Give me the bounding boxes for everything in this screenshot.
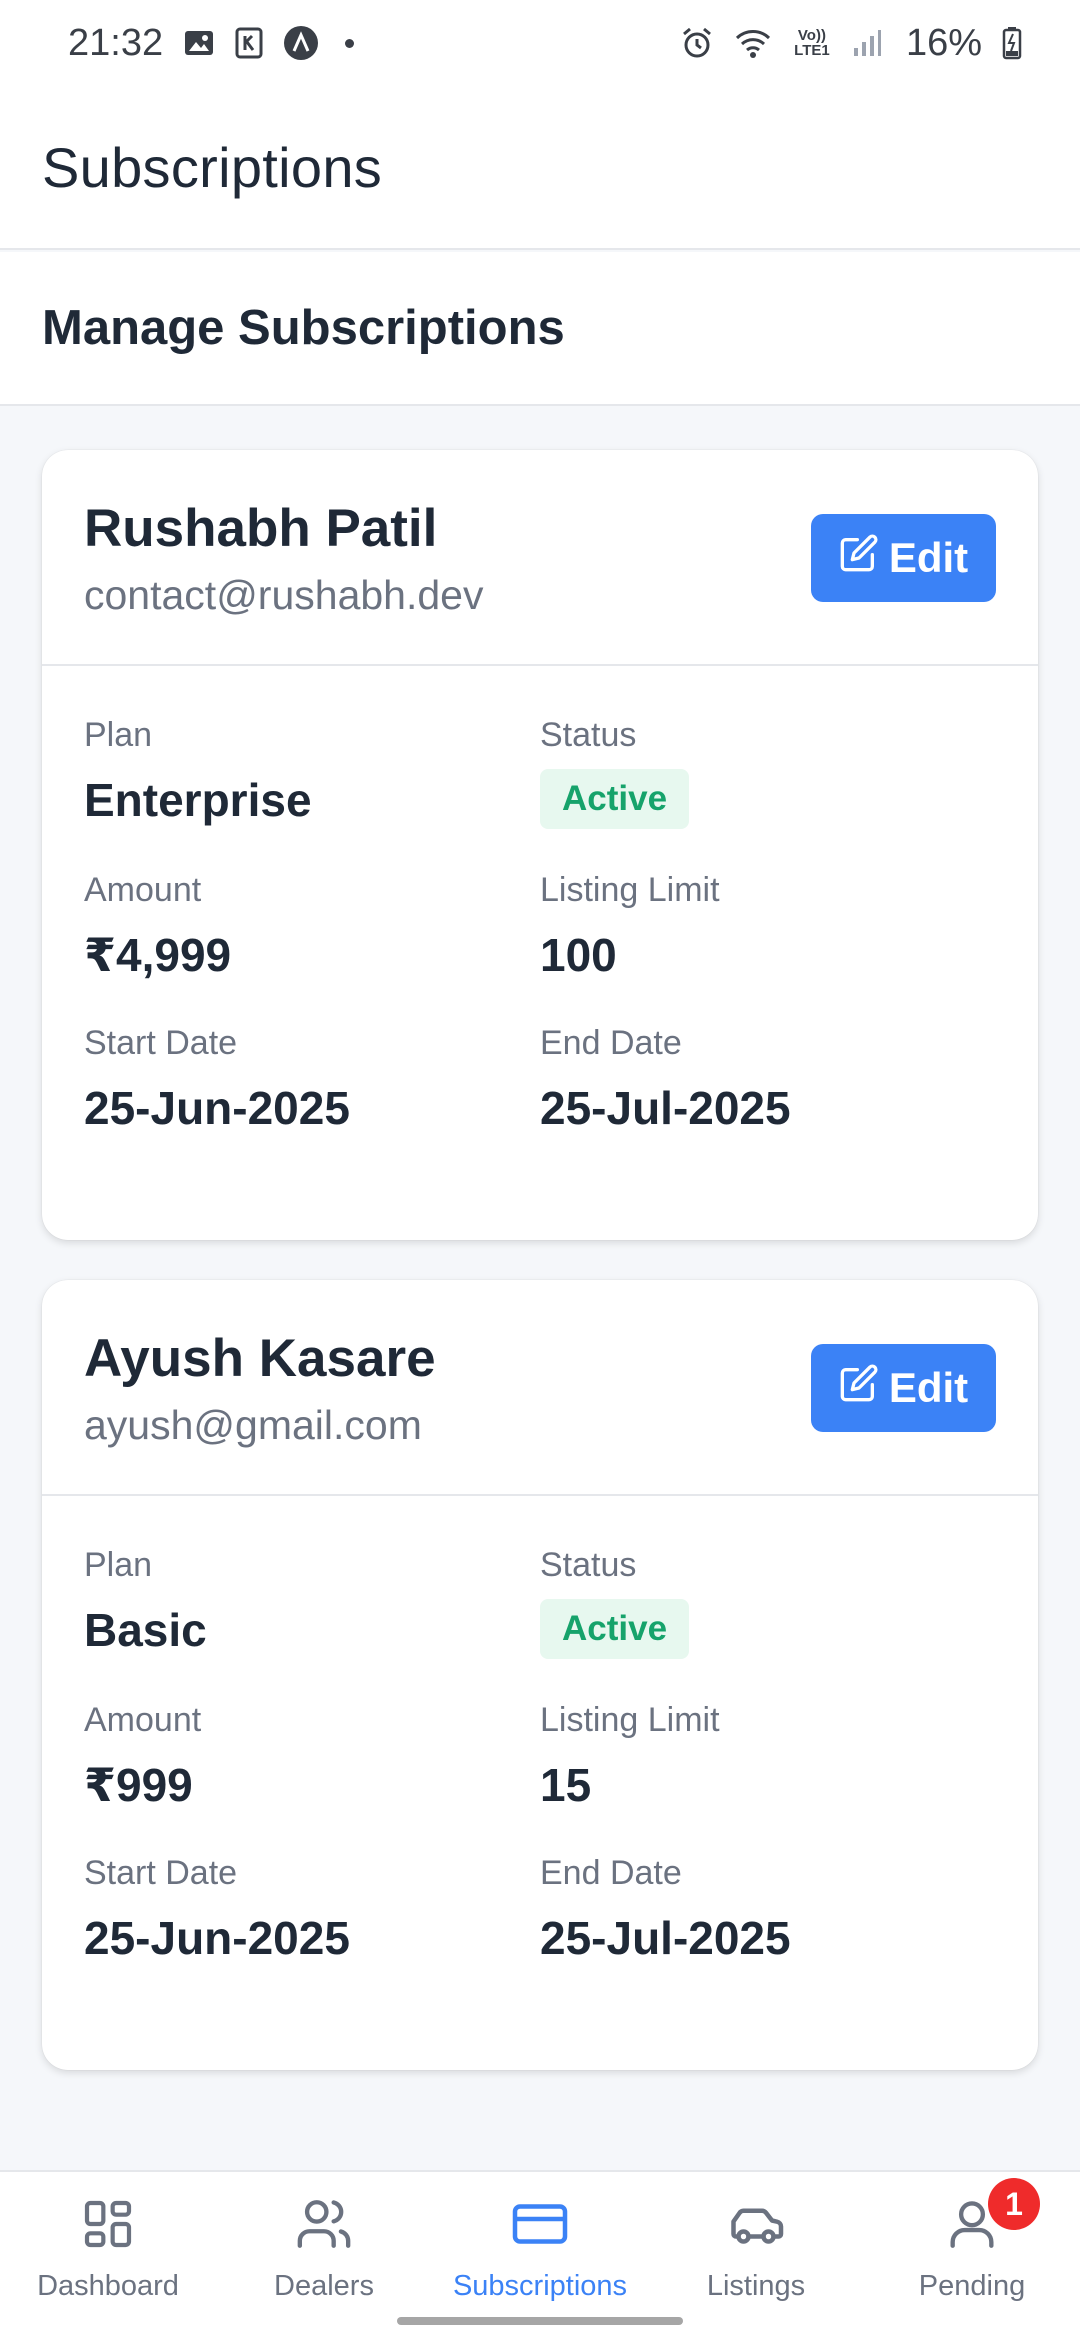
nav-label: Subscriptions bbox=[452, 2270, 628, 2302]
amount-field: Amount ₹4,999 bbox=[84, 871, 540, 982]
end-date-value: 25-Jul-2025 bbox=[540, 1082, 791, 1134]
k-app-icon bbox=[235, 27, 263, 59]
edit-icon bbox=[839, 533, 879, 583]
section-title: Manage Subscriptions bbox=[42, 301, 565, 355]
edit-icon bbox=[839, 1363, 879, 1413]
edit-button[interactable]: Edit bbox=[811, 1344, 996, 1432]
status-field: Status Active bbox=[540, 716, 996, 829]
amount-label: Amount bbox=[84, 871, 202, 909]
a-app-icon bbox=[283, 25, 319, 61]
car-icon bbox=[726, 2194, 786, 2254]
listing-limit-value: 15 bbox=[540, 1759, 592, 1811]
nav-item-subscriptions[interactable]: Subscriptions bbox=[432, 2172, 648, 2340]
start-date-field: Start Date 25-Jun-2025 bbox=[84, 1854, 540, 1965]
start-date-label: Start Date bbox=[84, 1024, 238, 1062]
battery-percent: 16% bbox=[905, 21, 982, 64]
listing-limit-field: Listing Limit 15 bbox=[540, 1701, 996, 1812]
home-indicator[interactable] bbox=[397, 2317, 683, 2325]
image-icon bbox=[183, 27, 215, 59]
card-header: Ayush Kasare ayush@gmail.com Edit bbox=[42, 1280, 1038, 1496]
end-date-label: End Date bbox=[540, 1854, 682, 1892]
amount-field: Amount ₹999 bbox=[84, 1701, 540, 1812]
clock: 21:32 bbox=[68, 21, 164, 64]
nav-label: Dealers bbox=[274, 2270, 374, 2302]
start-date-label: Start Date bbox=[84, 1854, 238, 1892]
start-date-value: 25-Jun-2025 bbox=[84, 1912, 350, 1964]
dashboard-icon bbox=[78, 2194, 138, 2254]
card-icon bbox=[510, 2194, 570, 2254]
nav-label: Pending bbox=[918, 2270, 1026, 2302]
nav-label: Listings bbox=[706, 2270, 806, 2302]
listing-limit-label: Listing Limit bbox=[540, 1701, 720, 1739]
amount-label: Amount bbox=[84, 1701, 202, 1739]
alarm-icon bbox=[680, 26, 714, 60]
plan-label: Plan bbox=[84, 1546, 153, 1584]
status-left: 21:32 bbox=[68, 21, 355, 65]
app-root: 21:32 Vo)) LTE1 16% Subscriptions Manage… bbox=[0, 0, 1080, 2340]
battery-icon bbox=[1002, 26, 1022, 60]
plan-value: Basic bbox=[84, 1604, 207, 1656]
plan-field: Plan Enterprise bbox=[84, 716, 540, 829]
dot-icon bbox=[345, 38, 355, 48]
nav-item-pending[interactable]: 1 Pending bbox=[864, 2172, 1080, 2340]
start-date-value: 25-Jun-2025 bbox=[84, 1082, 350, 1134]
edit-label: Edit bbox=[888, 534, 969, 581]
start-date-field: Start Date 25-Jun-2025 bbox=[84, 1024, 540, 1135]
status-badge: Active bbox=[540, 769, 690, 829]
card-header: Rushabh Patil contact@rushabh.dev Edit bbox=[42, 450, 1038, 666]
nav-item-dealers[interactable]: Dealers bbox=[216, 2172, 432, 2340]
listing-limit-label: Listing Limit bbox=[540, 871, 720, 909]
amount-value: ₹4,999 bbox=[84, 929, 232, 981]
status-right: Vo)) LTE1 16% bbox=[680, 22, 1022, 65]
edit-button[interactable]: Edit bbox=[811, 514, 996, 602]
end-date-label: End Date bbox=[540, 1024, 682, 1062]
plan-label: Plan bbox=[84, 716, 153, 754]
listing-limit-value: 100 bbox=[540, 929, 617, 981]
notification-badge: 1 bbox=[988, 2178, 1040, 2230]
listing-limit-field: Listing Limit 100 bbox=[540, 871, 996, 982]
section-header: Manage Subscriptions bbox=[0, 252, 1080, 406]
bottom-nav: Dashboard Dealers Subscriptions Listings… bbox=[0, 2170, 1080, 2340]
card-body: Plan Enterprise Status Active Amount ₹4,… bbox=[42, 666, 1038, 1185]
end-date-field: End Date 25-Jul-2025 bbox=[540, 1024, 996, 1135]
nav-label: Dashboard bbox=[37, 2270, 179, 2302]
status-label: Status bbox=[540, 1546, 637, 1584]
nav-item-listings[interactable]: Listings bbox=[648, 2172, 864, 2340]
edit-label: Edit bbox=[888, 1364, 969, 1411]
subscription-card: Rushabh Patil contact@rushabh.dev Edit P… bbox=[42, 450, 1038, 1240]
card-body: Plan Basic Status Active Amount ₹999 Lis… bbox=[42, 1496, 1038, 2015]
network-label: Vo)) LTE1 bbox=[794, 27, 830, 59]
app-header: Subscriptions bbox=[0, 86, 1080, 250]
nav-item-dashboard[interactable]: Dashboard bbox=[0, 2172, 216, 2340]
plan-field: Plan Basic bbox=[84, 1546, 540, 1659]
users-icon bbox=[294, 2194, 354, 2254]
status-label: Status bbox=[540, 716, 637, 754]
amount-value: ₹999 bbox=[84, 1759, 193, 1811]
end-date-field: End Date 25-Jul-2025 bbox=[540, 1854, 996, 1965]
status-badge: Active bbox=[540, 1599, 690, 1659]
subscription-card: Ayush Kasare ayush@gmail.com Edit Plan B… bbox=[42, 1280, 1038, 2070]
end-date-value: 25-Jul-2025 bbox=[540, 1912, 791, 1964]
status-field: Status Active bbox=[540, 1546, 996, 1659]
signal-icon bbox=[852, 28, 882, 58]
wifi-icon bbox=[734, 27, 772, 59]
plan-value: Enterprise bbox=[84, 774, 312, 826]
page-title: Subscriptions bbox=[42, 135, 383, 199]
status-bar: 21:32 Vo)) LTE1 16% bbox=[0, 0, 1080, 86]
